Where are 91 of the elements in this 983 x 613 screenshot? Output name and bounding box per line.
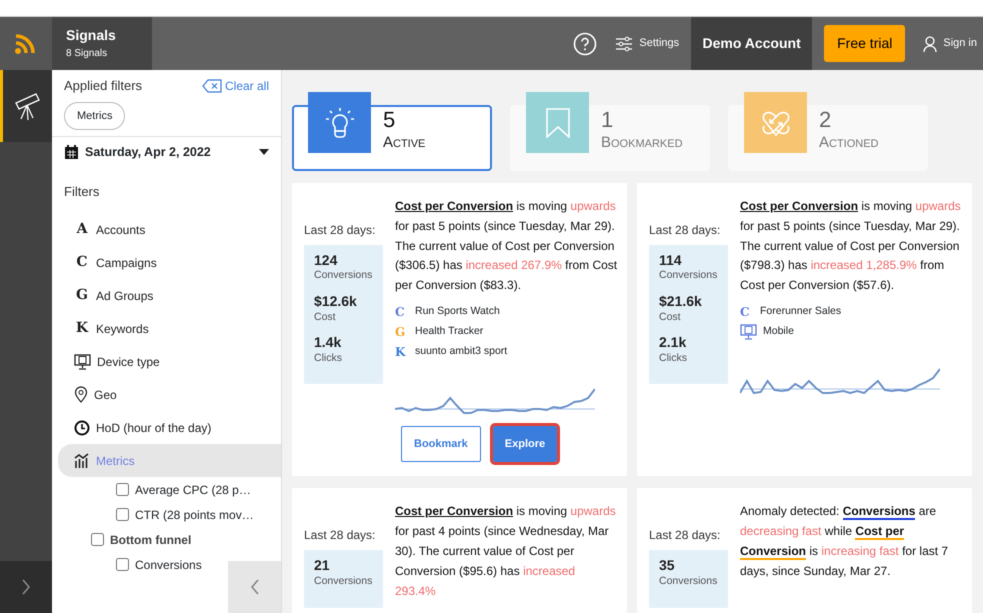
map-pin-icon xyxy=(74,386,88,404)
stat-value: 21 xyxy=(314,558,331,574)
explore-button[interactable]: Explore xyxy=(492,426,558,462)
checkbox[interactable] xyxy=(91,533,104,546)
clear-icon xyxy=(202,78,222,93)
tile-label: Actioned xyxy=(819,133,879,154)
chevron-right-icon[interactable] xyxy=(21,578,31,596)
stat-label: Conversions xyxy=(659,268,718,284)
clock-icon xyxy=(74,420,90,436)
monitor-icon xyxy=(740,324,757,340)
sign-in-button[interactable]: Sign in xyxy=(917,17,983,70)
lightbulb-icon xyxy=(308,92,371,153)
stat-value: 1.4k xyxy=(314,335,342,351)
help-icon[interactable] xyxy=(573,32,598,56)
tile-label: Active xyxy=(383,133,426,154)
signal-description: Cost per Conversion is moving upwards for past 5 points (since Tuesday, Mar 29). The current value of Cost per Conversion ($798.3) has increased 1,285.9% from Cost per Conversion ($57.6). xyxy=(740,198,962,294)
filter-chip[interactable]: Metrics xyxy=(64,102,126,130)
letter-icon: K xyxy=(395,342,409,361)
monitor-icon xyxy=(74,354,91,370)
bar-chart-icon xyxy=(74,453,90,468)
signal-description: Cost per Conversion is moving upwards for past 5 points (since Tuesday, Mar 29). The current value of Cost per Conversion ($306.5) has increased 267.9% from Cost per Conversion ($83.3). xyxy=(395,198,618,294)
stat-label: Conversions xyxy=(314,268,373,284)
entity-name: suunto ambit3 sport xyxy=(415,344,508,360)
arrows-loop-icon xyxy=(744,92,807,153)
checkbox[interactable] xyxy=(116,558,129,572)
letter-icon: K xyxy=(74,318,90,340)
checkbox-label[interactable]: Bottom funnel xyxy=(110,530,192,549)
filter-item[interactable]: A Accounts xyxy=(58,213,281,246)
period-label: Last 28 days: xyxy=(649,222,722,239)
stat-value: 114 xyxy=(659,253,683,268)
stat-value: $21.6k xyxy=(659,294,703,310)
tile-count: 1 xyxy=(601,108,614,132)
stat-label: Cost xyxy=(659,310,682,325)
filter-item[interactable]: G Ad Groups xyxy=(58,279,281,312)
telescope-icon[interactable] xyxy=(12,90,42,122)
stat-label: Conversions xyxy=(314,574,373,589)
clear-all-link[interactable]: Clear all xyxy=(202,76,269,95)
tile-count: 5 xyxy=(383,108,396,132)
filter-item[interactable]: HoD (hour of the day) xyxy=(58,411,281,444)
caret-down-icon[interactable] xyxy=(259,149,269,156)
checkbox[interactable] xyxy=(116,508,129,522)
app-title: Signals xyxy=(66,26,117,45)
letter-icon: C xyxy=(740,302,754,321)
period-label: Last 28 days: xyxy=(304,222,376,239)
entity-name: Mobile xyxy=(763,324,794,340)
stat-value: 2.1k xyxy=(659,335,688,351)
status-tile[interactable]: 5 Active xyxy=(292,92,492,171)
bookmark-icon xyxy=(526,92,589,153)
letter-icon: C xyxy=(74,252,90,274)
period-label: Last 28 days: xyxy=(649,527,722,544)
checkbox-label[interactable]: CTR (28 points mov… xyxy=(135,506,254,524)
tile-label: Bookmarked xyxy=(601,133,683,154)
stat-label: Clicks xyxy=(659,350,688,366)
stat-label: Clicks xyxy=(314,350,343,366)
status-tile[interactable]: 2 Actioned xyxy=(728,92,928,171)
stat-value: $12.6k xyxy=(314,294,358,310)
checkbox-label[interactable]: Conversions xyxy=(135,556,202,574)
checkbox-label[interactable]: Average CPC (28 p… xyxy=(135,480,251,499)
checkbox[interactable] xyxy=(116,483,129,496)
date-picker[interactable]: Saturday, Apr 2, 2022 xyxy=(85,143,253,162)
filters-title: Filters xyxy=(63,182,100,201)
entity-name: Health Tracker xyxy=(415,324,484,340)
user-icon xyxy=(923,36,938,52)
chevron-left-icon[interactable] xyxy=(250,578,260,596)
bookmark-button[interactable]: Bookmark xyxy=(401,426,481,462)
period-label: Last 28 days: xyxy=(304,527,376,544)
entity-name: Run Sports Watch xyxy=(415,304,500,320)
letter-icon: C xyxy=(395,302,409,321)
sliders-icon xyxy=(615,36,634,52)
signal-description: Cost per Conversion is moving upwards for past 4 points (since Wednesday, Mar 30). The current value of Cost per Conversion ($95.6) has increased 293.4% xyxy=(395,503,617,600)
applied-filters-title: Applied filters xyxy=(64,77,142,95)
entity-name: Forerunner Sales xyxy=(760,304,842,320)
settings-button[interactable]: Settings xyxy=(609,17,692,70)
stat-label: Cost xyxy=(314,310,337,325)
stat-value: 35 xyxy=(659,558,676,574)
free-trial-button[interactable]: Free trial xyxy=(824,25,906,62)
letter-icon: A xyxy=(74,219,90,240)
letter-icon: G xyxy=(395,322,409,341)
signal-count: 8 Signals xyxy=(66,47,108,61)
stat-value: 124 xyxy=(314,253,338,268)
filter-item[interactable]: Device type xyxy=(58,345,281,378)
stat-label: Conversions xyxy=(659,574,718,589)
status-tile[interactable]: 1 Bookmarked xyxy=(510,92,710,171)
filter-item[interactable]: Geo xyxy=(58,378,281,412)
filter-item[interactable]: C Campaigns xyxy=(58,246,281,280)
letter-icon: G xyxy=(74,285,90,306)
account-name[interactable]: Demo Account xyxy=(691,17,812,70)
signal-description: Anomaly detected: Conversions are decreasing fast while Cost per Conversion is increasing fast for last 7 days, since Sunday, Mar 27. xyxy=(740,503,950,580)
filter-item[interactable]: K Keywords xyxy=(58,312,281,346)
tile-count: 2 xyxy=(819,108,832,132)
calendar-icon xyxy=(64,144,79,160)
